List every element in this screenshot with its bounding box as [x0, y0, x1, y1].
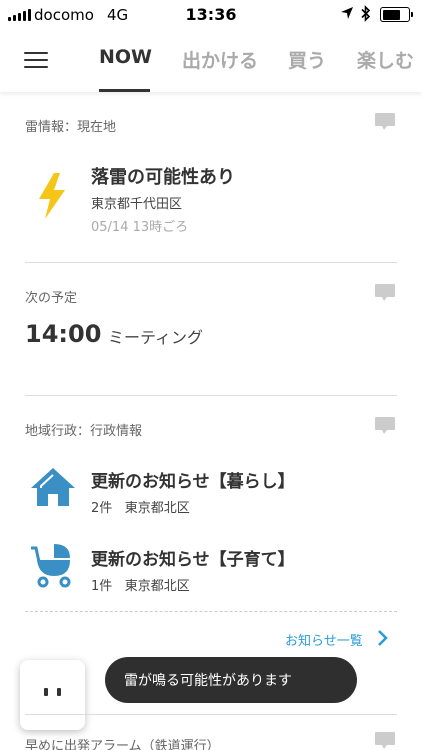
admin-news-count: 2件 — [91, 501, 113, 516]
toast-message[interactable]: 雷が鳴る可能性があります — [105, 657, 357, 703]
tab-go-out[interactable]: 出かける — [182, 46, 258, 73]
admin-news-area: 東京都北区 — [124, 501, 190, 516]
lightning-bolt-icon — [39, 173, 65, 219]
robot-eye — [44, 688, 48, 696]
active-tab-indicator — [99, 89, 150, 92]
stroller-icon — [31, 544, 71, 588]
admin-news-meta: 1件 東京都北区 — [91, 575, 190, 594]
house-icon — [31, 468, 75, 506]
location-arrow-icon — [341, 7, 353, 19]
assistant-robot-button[interactable] — [20, 660, 85, 730]
tab-shop[interactable]: 買う — [288, 46, 326, 73]
admin-section-title: 地域行政：行政情報 — [25, 424, 143, 439]
admin-news-count: 1件 — [91, 579, 113, 594]
battery-icon — [380, 7, 413, 22]
lightning-alert-time: 05/14 13時ごろ — [91, 220, 189, 235]
status-time: 13:36 — [185, 5, 237, 24]
schedule-section-title: 次の予定 — [25, 291, 78, 306]
admin-news-area: 東京都北区 — [124, 579, 190, 594]
comment-icon[interactable] — [374, 283, 396, 303]
lightning-alert-place: 東京都千代田区 — [91, 197, 183, 212]
lightning-section-title: 雷情報：現在地 — [25, 120, 117, 135]
robot-eye — [57, 688, 61, 696]
status-bar: docomo 4G 13:36 — [0, 0, 422, 30]
section-divider — [25, 262, 397, 263]
schedule-title[interactable]: ミーティング — [108, 324, 203, 348]
lightning-alert-title[interactable]: 落雷の可能性あり — [91, 163, 235, 189]
tab-enjoy[interactable]: 楽しむ — [357, 46, 414, 73]
tab-now[interactable]: NOW — [99, 46, 152, 68]
app-header: NOW 出かける 買う 楽しむ — [0, 30, 422, 92]
dashed-divider — [25, 611, 397, 612]
admin-news-title[interactable]: 更新のお知らせ【子育て】 — [91, 545, 295, 570]
notice-list-link[interactable]: お知らせ一覧 — [285, 630, 363, 649]
alarm-section-title: 早めに出発アラーム（鉄道運行） — [25, 739, 220, 750]
section-divider — [25, 395, 397, 396]
menu-icon[interactable] — [24, 52, 48, 70]
admin-news-title[interactable]: 更新のお知らせ【暮らし】 — [91, 467, 295, 492]
section-divider — [25, 714, 397, 715]
comment-icon[interactable] — [374, 731, 396, 750]
chevron-right-icon[interactable] — [377, 629, 389, 647]
comment-icon[interactable] — [374, 112, 396, 132]
comment-icon[interactable] — [374, 416, 396, 436]
bluetooth-icon — [361, 5, 371, 22]
admin-news-meta: 2件 東京都北区 — [91, 497, 190, 516]
schedule-time[interactable]: 14:00 — [25, 320, 101, 348]
